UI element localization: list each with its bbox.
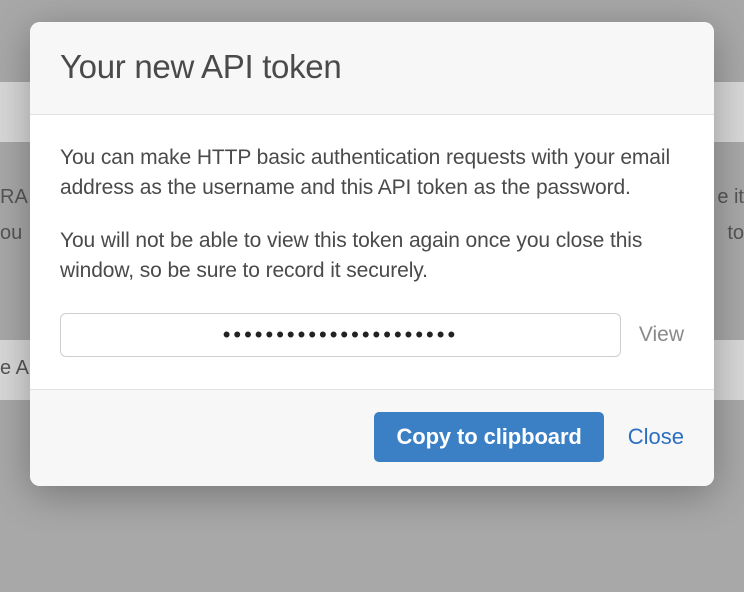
copy-to-clipboard-button[interactable]: Copy to clipboard xyxy=(374,412,603,462)
modal-body: You can make HTTP basic authentication r… xyxy=(30,115,714,389)
close-button[interactable]: Close xyxy=(628,424,684,450)
bg-text: e it xyxy=(717,186,744,209)
api-token-modal: Your new API token You can make HTTP bas… xyxy=(30,22,714,486)
view-token-button[interactable]: View xyxy=(639,323,684,347)
description-paragraph-2: You will not be able to view this token … xyxy=(60,226,684,287)
modal-title: Your new API token xyxy=(60,48,684,86)
description-paragraph-1: You can make HTTP basic authentication r… xyxy=(60,143,684,204)
bg-text: RA xyxy=(0,186,28,209)
modal-footer: Copy to clipboard Close xyxy=(30,389,714,486)
bg-text: ou xyxy=(0,222,22,245)
token-row: •••••••••••••••••••••• View xyxy=(60,313,684,357)
bg-text: e A xyxy=(0,357,29,380)
modal-header: Your new API token xyxy=(30,22,714,115)
bg-text: to xyxy=(727,222,744,245)
token-input[interactable]: •••••••••••••••••••••• xyxy=(60,313,621,357)
